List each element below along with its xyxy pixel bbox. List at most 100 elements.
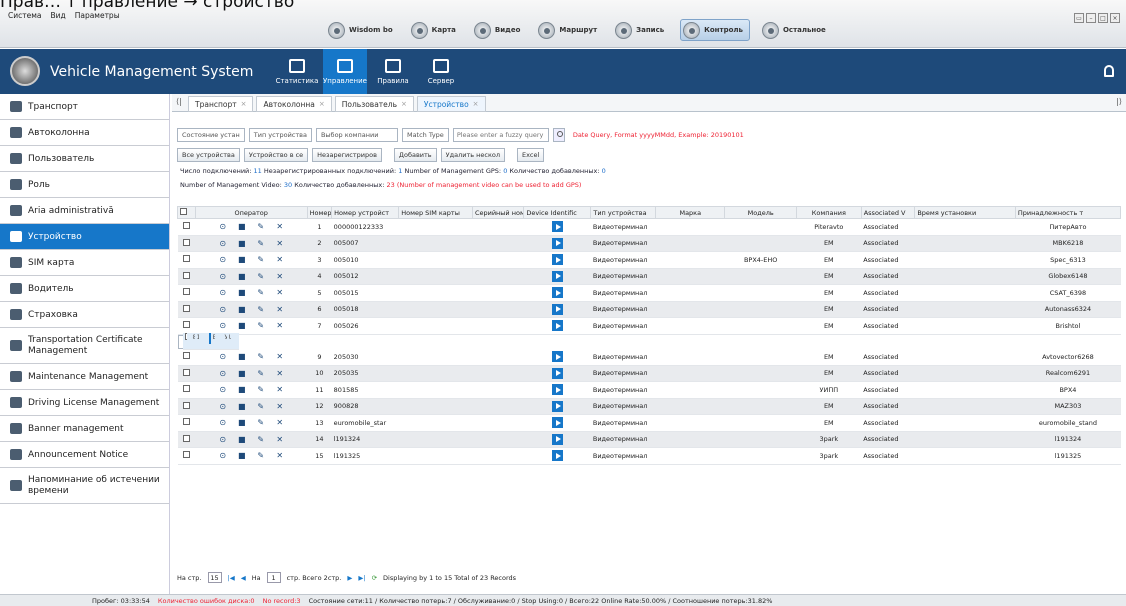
edit-icon[interactable]: ✎ [256,288,265,297]
edit-icon[interactable]: ✎ [256,255,265,264]
sidebar-item-device[interactable]: Устройство [0,224,169,250]
restore-icon[interactable]: ▭ [1074,13,1084,23]
status-icon[interactable]: ⊙ [218,255,227,264]
next-page-icon[interactable]: ▶ [347,574,352,582]
column-header[interactable]: Номер [306,206,333,219]
row-checkbox[interactable] [182,385,190,393]
table-row[interactable]: ⊙ ■ ✎ ✕ 11 801585 Видеотерминал УИПП Associated B… [177,381,1121,399]
edit-icon[interactable]: ✎ [256,402,265,411]
top-nav-other[interactable]: Остальное [760,19,832,41]
delete-icon[interactable]: ✕ [275,239,284,248]
play-icon[interactable] [551,417,563,429]
view-icon[interactable]: ■ [237,272,246,281]
column-header[interactable]: Номер SIM карты [398,206,473,219]
delete-icon[interactable]: ✕ [275,288,284,297]
status-icon[interactable]: ⊙ [218,288,227,297]
row-checkbox-cell[interactable] [177,365,196,382]
row-checkbox[interactable] [182,238,190,246]
delete-icon[interactable]: ✕ [275,255,284,264]
row-checkbox[interactable] [182,321,190,329]
play-icon[interactable] [551,287,563,299]
menu-system[interactable]: Система [8,11,41,20]
row-checkbox-cell[interactable] [177,235,196,252]
play-icon[interactable] [208,333,211,345]
row-checkbox[interactable] [182,451,190,459]
delete-icon[interactable]: ✕ [275,451,284,460]
column-header[interactable]: Серийный номе [471,206,525,219]
column-header[interactable]: Номер устройст [331,206,400,219]
play-icon[interactable] [551,303,563,315]
header-checkbox[interactable] [177,206,196,219]
column-header[interactable]: Время установки [914,206,1016,219]
top-nav-video[interactable]: Видео [472,19,526,41]
delete-icon[interactable]: ✕ [275,352,284,361]
table-row[interactable]: ⊙ ■ ✎ ✕ 3 005010 Видеотерминал BPX4-EHO EM Associ… [177,251,1121,269]
row-checkbox-cell[interactable] [177,284,196,302]
delete-icon[interactable]: ✕ [275,321,284,330]
view-icon[interactable]: ■ [237,451,246,460]
menu-parameters[interactable]: Параметры [75,11,120,20]
menu-view[interactable]: Вид [50,11,65,20]
table-row[interactable]: ⊙ ■ ✎ ✕ 10 205035 Видеотерминал EM Associated Rea… [177,365,1121,382]
refresh-icon[interactable]: ⟳ [372,574,377,582]
view-icon[interactable]: ■ [237,385,246,394]
row-checkbox-cell[interactable] [177,398,196,415]
status-icon[interactable]: ⊙ [218,435,227,444]
row-checkbox-cell[interactable] [177,218,196,236]
match-type-select[interactable]: Match Type [401,128,449,142]
minimize-icon[interactable]: – [1086,13,1096,23]
table-row[interactable]: ⊙ ■ ✎ ✕ 5 005015 Видеотерминал EM Associated CSAT… [177,284,1121,302]
edit-icon[interactable]: ✎ [256,305,265,314]
row-checkbox-cell[interactable] [177,251,196,269]
column-header[interactable]: Модель [724,206,797,219]
view-icon[interactable]: ■ [237,402,246,411]
table-row[interactable]: ⊙■✎✕812345678ВидеотерминалУИППUnassociat… [177,333,239,350]
main-nav-server[interactable]: Сервер [419,49,463,94]
main-nav-manage[interactable]: Управление [323,49,367,94]
row-checkbox[interactable] [182,401,190,409]
sidebar-item-users[interactable]: Пользователь [0,146,169,172]
view-icon[interactable]: ■ [237,321,246,330]
delete-icon[interactable]: ✕ [275,402,284,411]
tab-close-icon[interactable]: × [241,100,247,108]
row-checkbox-cell[interactable] [177,317,196,335]
sidebar-item-certificate[interactable]: Transportation Certificate Management [0,328,169,364]
prev-page-icon[interactable]: ◀ [241,574,246,582]
sidebar-item-banner[interactable]: Banner management [0,416,169,442]
status-icon[interactable]: ⊙ [218,222,227,231]
top-nav-record[interactable]: Запись [613,19,670,41]
table-row[interactable]: ⊙ ■ ✎ ✕ 9 205030 Видеотерминал EM Associated Avto… [177,348,1121,366]
table-row[interactable]: ⊙ ■ ✎ ✕ 2 005007 Видеотерминал EM Associated MBK6… [177,235,1121,252]
view-icon[interactable]: ■ [237,305,246,314]
tab-close-icon[interactable]: × [319,100,325,108]
row-checkbox[interactable] [182,352,190,359]
status-icon[interactable]: ⊙ [218,352,227,361]
table-row[interactable]: ⊙ ■ ✎ ✕ 14 l191324 Видеотерминал 3park Associate… [177,431,1121,448]
play-icon[interactable] [551,237,563,249]
play-icon[interactable] [551,433,563,445]
status-icon[interactable]: ⊙ [218,369,227,378]
row-checkbox-cell[interactable] [177,268,196,285]
column-header[interactable]: Device Identific [523,206,592,219]
row-checkbox[interactable] [182,255,190,263]
row-checkbox[interactable] [182,271,190,279]
view-icon[interactable]: ■ [237,352,246,361]
delete-icon[interactable]: ✕ [275,418,284,427]
row-checkbox[interactable] [182,222,190,230]
table-row[interactable]: ⊙ ■ ✎ ✕ 1 000000122333 Видеотерминал Piteravto A… [177,218,1121,236]
table-row[interactable]: ⊙ ■ ✎ ✕ 7 005026 Видеотерминал EM Associated Bris… [177,317,1121,335]
status-icon[interactable]: ⊙ [218,451,227,460]
row-checkbox-cell[interactable] [177,381,196,399]
tab-close-icon[interactable]: × [401,100,407,108]
table-row[interactable]: ⊙ ■ ✎ ✕ 15 l191325 Видеотерминал 3park Associate… [177,447,1121,465]
row-checkbox[interactable] [182,304,190,312]
add-button[interactable]: Добавить [393,148,437,162]
per-page-select[interactable]: 15 [207,572,222,583]
row-checkbox-cell[interactable] [177,431,196,448]
edit-icon[interactable]: ✎ [256,418,265,427]
search-input[interactable] [452,128,549,142]
maximize-icon[interactable]: □ [1098,13,1108,23]
sidebar-item-announcement[interactable]: Announcement Notice [0,442,169,468]
main-nav-chart[interactable]: Статистика [275,49,319,94]
row-checkbox-cell[interactable] [177,414,196,432]
